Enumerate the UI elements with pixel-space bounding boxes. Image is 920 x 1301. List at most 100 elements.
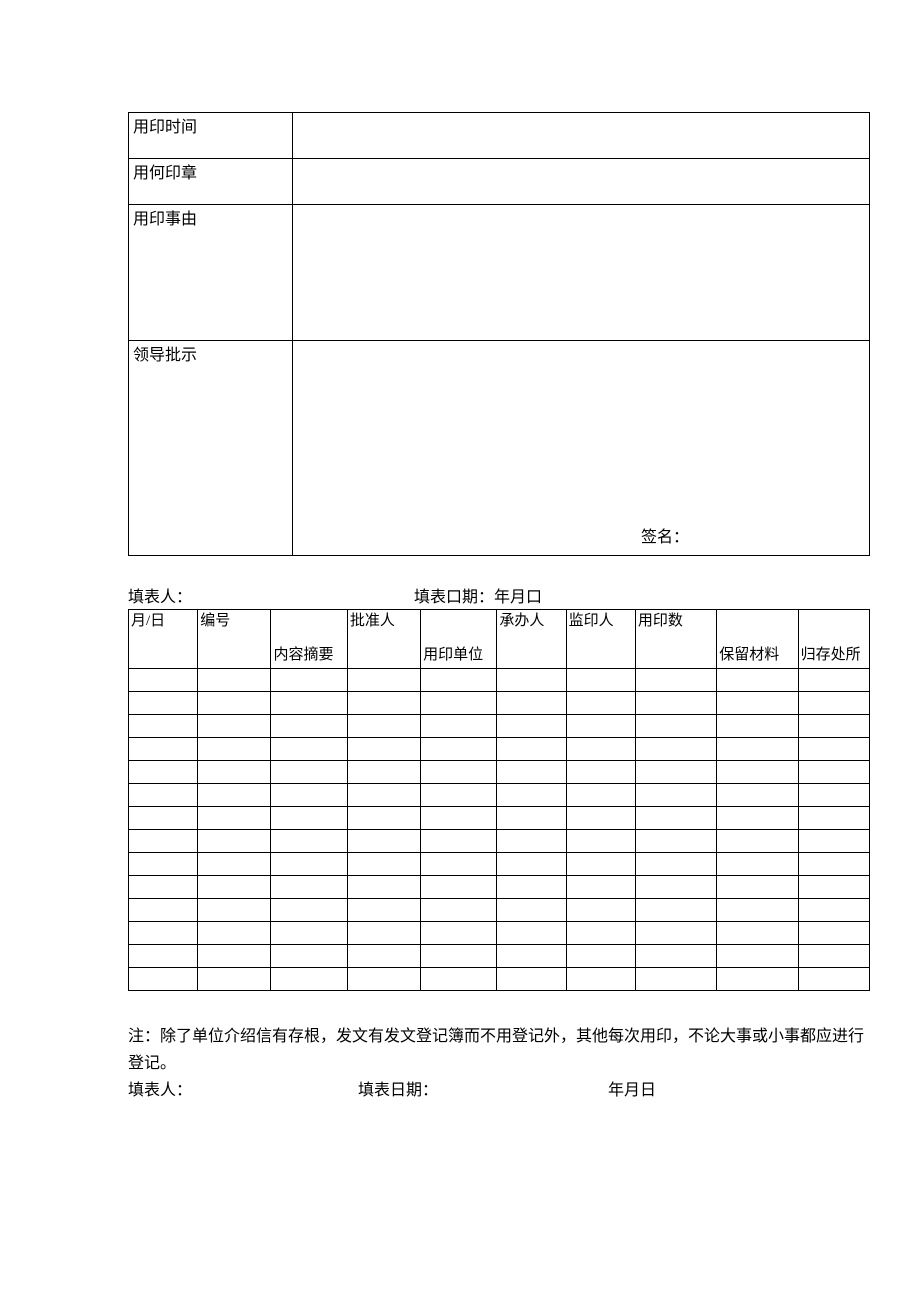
document-page: 用印时间 用何印章 用印事由 领导批示 签名： 填表人： 填表口期 [0, 0, 920, 1301]
table-cell [717, 691, 798, 714]
table-cell [717, 714, 798, 737]
table-cell [566, 691, 635, 714]
table-cell [198, 760, 271, 783]
table-cell [271, 760, 347, 783]
table-cell [198, 668, 271, 691]
form-row-reason: 用印事由 [129, 205, 870, 341]
table-cell [421, 852, 497, 875]
table-cell [566, 783, 635, 806]
table-cell [798, 875, 869, 898]
table-cell [421, 783, 497, 806]
table-cell [635, 829, 716, 852]
fill-date-label-1: 填表口期：年月口 [414, 588, 870, 609]
table-cell [421, 829, 497, 852]
table-cell [717, 898, 798, 921]
label-seal-time: 用印时间 [129, 113, 293, 159]
value-which-seal [293, 159, 870, 205]
col-handler: 承办人 [497, 609, 566, 668]
table-cell [421, 875, 497, 898]
table-cell [347, 852, 420, 875]
table-cell [198, 783, 271, 806]
table-cell [198, 806, 271, 829]
table-cell [198, 898, 271, 921]
table-row [129, 829, 870, 852]
table-cell [635, 921, 716, 944]
col-supervisor: 监印人 [566, 609, 635, 668]
table-cell [798, 829, 869, 852]
table-cell [497, 691, 566, 714]
table-cell [798, 668, 869, 691]
table-cell [347, 691, 420, 714]
table-cell [635, 737, 716, 760]
table-cell [347, 921, 420, 944]
table-cell [129, 944, 198, 967]
table-cell [717, 852, 798, 875]
table-cell [129, 829, 198, 852]
seal-usage-log-table: 月/日 编号 内容摘要 批准人 用印单位 承办人 监印人 用印数 保留材料 归存… [128, 609, 870, 991]
table-cell [566, 737, 635, 760]
table-cell [421, 691, 497, 714]
table-cell [347, 944, 420, 967]
table-cell [798, 921, 869, 944]
filler-label-2: 填表人： [128, 1077, 358, 1104]
table-cell [129, 806, 198, 829]
table-cell [497, 967, 566, 990]
table-row [129, 875, 870, 898]
table-cell [497, 898, 566, 921]
table-cell [717, 737, 798, 760]
filler-label-1: 填表人： [128, 588, 414, 609]
table-cell [497, 921, 566, 944]
table-cell [566, 967, 635, 990]
table-cell [717, 829, 798, 852]
table-cell [198, 921, 271, 944]
value-seal-time [293, 113, 870, 159]
table-cell [497, 668, 566, 691]
table-cell [271, 944, 347, 967]
table-cell [798, 852, 869, 875]
table-row [129, 714, 870, 737]
table-cell [271, 714, 347, 737]
table-cell [271, 967, 347, 990]
table-cell [497, 760, 566, 783]
table-cell [347, 967, 420, 990]
table-row [129, 806, 870, 829]
table-cell [271, 898, 347, 921]
table-row [129, 921, 870, 944]
table-cell [798, 714, 869, 737]
table-cell [566, 760, 635, 783]
col-seal-unit: 用印单位 [421, 609, 497, 668]
table-cell [635, 668, 716, 691]
table-cell [271, 668, 347, 691]
table-cell [566, 668, 635, 691]
table-cell [717, 668, 798, 691]
signature-label: 签名： [641, 527, 689, 549]
table-row [129, 691, 870, 714]
table-cell [566, 921, 635, 944]
footer-note: 注：除了单位介绍信有存根，发文有发文登记簿而不用登记外，其他每次用印，不论大事或… [128, 1023, 870, 1077]
table-cell [566, 714, 635, 737]
table-cell [421, 898, 497, 921]
table-cell [497, 783, 566, 806]
table-cell [198, 691, 271, 714]
table-row [129, 967, 870, 990]
table-row [129, 783, 870, 806]
table-cell [347, 898, 420, 921]
table-cell [717, 783, 798, 806]
table-cell [798, 898, 869, 921]
table-row [129, 852, 870, 875]
table-cell [129, 691, 198, 714]
table-cell [271, 806, 347, 829]
table-cell [421, 668, 497, 691]
table-cell [129, 852, 198, 875]
table-row [129, 944, 870, 967]
table-cell [347, 668, 420, 691]
table-cell [497, 714, 566, 737]
table-cell [566, 806, 635, 829]
content-area: 用印时间 用何印章 用印事由 领导批示 签名： 填表人： 填表口期 [0, 0, 920, 1104]
table-cell [271, 829, 347, 852]
table-cell [717, 921, 798, 944]
table-cell [635, 691, 716, 714]
table-cell [635, 714, 716, 737]
table-cell [421, 714, 497, 737]
footer-block: 注：除了单位介绍信有存根，发文有发文登记簿而不用登记外，其他每次用印，不论大事或… [128, 1023, 870, 1105]
